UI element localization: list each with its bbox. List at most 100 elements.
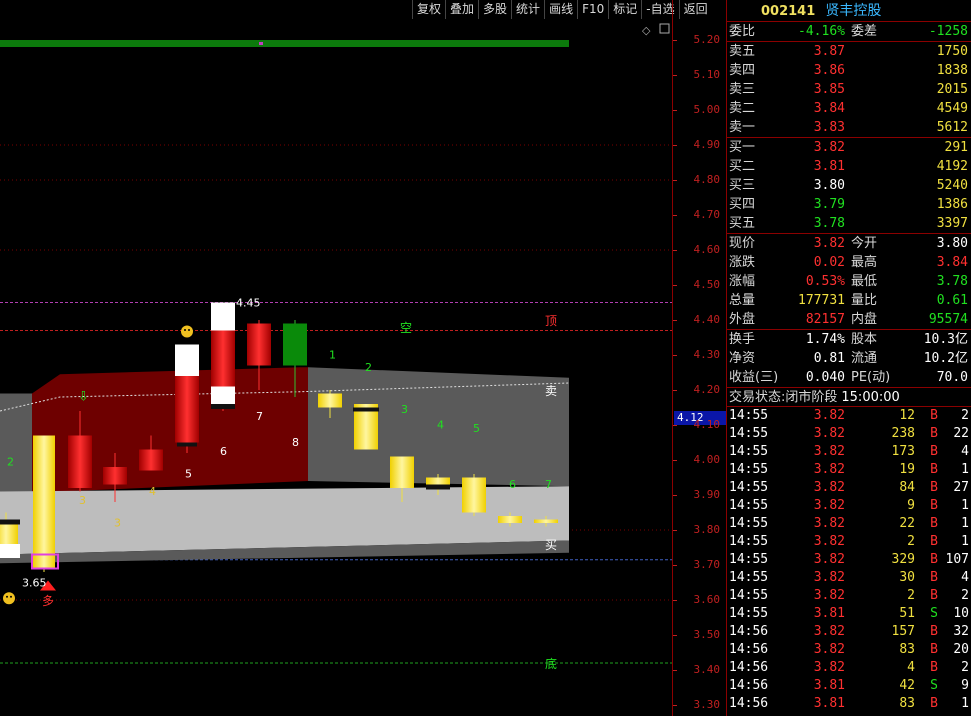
buy-row[interactable]: 买一 3.82 291 (727, 138, 971, 157)
tick-count: 10 (953, 606, 969, 621)
stat-label-2: 股本 (851, 332, 878, 347)
buy-row[interactable]: 买四 3.79 1386 (727, 195, 971, 214)
sell-row[interactable]: 卖三 3.85 2015 (727, 80, 971, 99)
high-price-label: 4.45 (236, 297, 261, 310)
candle-body (283, 323, 307, 366)
stats-block-2: 换手 1.74% 股本 10.3亿 净资 0.81 流通 10.2亿 收益(三) 0.040 PE(… (727, 329, 971, 387)
tick-list[interactable]: 14:55 3.82 12 B 2 14:55 3.82 238 B 22 14:55 3.82 173… (727, 407, 971, 713)
buy-label: 买二 (729, 159, 756, 174)
tick-row: 14:55 3.82 173 B 4 (727, 443, 971, 461)
stat-value: 0.02 (813, 255, 845, 270)
tick-volume: 12 (899, 408, 915, 423)
axis-tick-mark (673, 75, 677, 76)
toolbar: 复权 叠加 多股 统计 画线 F10 标记 -自选 返回 (412, 0, 712, 19)
tick-price: 3.82 (813, 534, 845, 549)
tick-bs-flag: B (930, 444, 938, 459)
tick-count: 32 (953, 624, 969, 639)
buy-row[interactable]: 买五 3.78 3397 (727, 214, 971, 233)
toolbar-button-5[interactable]: F10 (577, 0, 608, 19)
axis-tick-mark (673, 635, 677, 636)
candle-body (68, 435, 92, 488)
trade-status-label: 交易状态:闭市阶段 (729, 390, 838, 405)
tick-volume: 329 (891, 552, 915, 567)
trade-status-time: 15:00:00 (841, 390, 900, 405)
trade-status: 交易状态:闭市阶段 15:00:00 (727, 387, 971, 407)
toolbar-button-3[interactable]: 统计 (511, 0, 544, 19)
weicha-value: -1258 (928, 24, 968, 39)
stock-name[interactable]: 贤丰控股 (825, 3, 881, 19)
tick-count: 22 (953, 426, 969, 441)
buy-row[interactable]: 买三 3.80 5240 (727, 176, 971, 195)
top-bar-marker (259, 42, 263, 45)
candle-white-cap (175, 344, 199, 376)
tick-volume: 2 (907, 534, 915, 549)
candle-white-cap (0, 544, 20, 558)
candle-white-cap (211, 302, 235, 331)
toolbar-button-0[interactable]: 复权 (412, 0, 445, 19)
axis-price-label: 3.40 (693, 663, 721, 676)
buy-row[interactable]: 买二 3.81 4192 (727, 157, 971, 176)
count-label-green: 7 (545, 478, 552, 491)
kline-chart[interactable]: ◇ ⇩ 4.45 3.65 顶卖买底 空多 2 3 3 4 5 6 7 8 1 2 3 4 5 6 7 (0, 19, 672, 716)
stock-code: 002141 (761, 4, 816, 19)
buy-price: 3.81 (813, 159, 845, 174)
stat-label-2: 内盘 (851, 312, 878, 327)
sad-face-icon-eye (184, 329, 186, 331)
tick-row: 14:55 3.82 9 B 1 (727, 497, 971, 515)
bottom-signal-label: 底 (545, 656, 557, 671)
axis-price-label: 3.60 (693, 593, 721, 606)
tick-time: 14:55 (729, 444, 769, 459)
stats-row: 总量 177731 量比 0.61 (727, 291, 971, 310)
tick-row: 14:55 3.82 12 B 2 (727, 407, 971, 425)
stat-label-2: 量比 (851, 293, 878, 308)
kline-chart-svg[interactable]: ◇ ⇩ 4.45 3.65 顶卖买底 空多 2 3 3 4 5 6 7 8 1 2 3 4 5 6 7 (0, 19, 672, 716)
buy-label: 买三 (729, 178, 756, 193)
stat-value-2: 95574 (928, 312, 968, 327)
sell-label: 卖三 (729, 82, 756, 97)
toolbar-button-6[interactable]: 标记 (608, 0, 641, 19)
sell-row[interactable]: 卖四 3.86 1838 (727, 61, 971, 80)
tick-time: 14:55 (729, 498, 769, 513)
stat-label-2: 最高 (851, 255, 878, 270)
buy-label: 买四 (729, 197, 756, 212)
axis-tick-mark (673, 530, 677, 531)
candle-body (247, 323, 271, 366)
smile-face-icon-eye (10, 595, 12, 598)
tick-row: 14:56 3.82 83 B 20 (727, 641, 971, 659)
tick-bs-flag: B (930, 696, 938, 711)
sell-row[interactable]: 卖二 3.84 4549 (727, 99, 971, 118)
stat-value-2: 70.0 (936, 370, 968, 385)
smile-face-icon-eye (6, 595, 8, 598)
count-label: 6 (220, 445, 227, 458)
candle-body (139, 449, 163, 471)
candle-black-band (177, 442, 197, 447)
sell-row[interactable]: 卖一 3.83 5612 (727, 118, 971, 137)
stat-value: 0.040 (805, 370, 845, 385)
stat-value-2: 0.61 (936, 293, 968, 308)
stats-row: 涨跌 0.02 最高 3.84 (727, 253, 971, 272)
toolbar-button-1[interactable]: 叠加 (445, 0, 478, 19)
tick-row: 14:55 3.82 30 B 4 (727, 569, 971, 587)
count-label: 5 (185, 468, 192, 481)
candle-body (318, 393, 342, 408)
tick-count: 1 (961, 696, 969, 711)
axis-tick-mark (673, 565, 677, 566)
weicha-label: 委差 (851, 24, 878, 39)
tick-price: 3.81 (813, 606, 845, 621)
smile-face-icon (3, 592, 15, 605)
tick-row: 14:56 3.82 4 B 2 (727, 659, 971, 677)
axis-price-label: 4.30 (693, 348, 721, 361)
sell-row[interactable]: 卖五 3.87 1750 (727, 42, 971, 61)
sell-signal-label: 卖 (545, 384, 557, 398)
weibi-row: 委比 -4.16% 委差 -1258 (727, 22, 971, 41)
axis-price-label: 4.70 (693, 208, 721, 221)
toolbar-button-4[interactable]: 画线 (544, 0, 577, 19)
toolbar-button-2[interactable]: 多股 (478, 0, 511, 19)
stats2-row: 净资 0.81 流通 10.2亿 (727, 349, 971, 368)
tick-price: 3.82 (813, 462, 845, 477)
axis-tick-mark (673, 425, 677, 426)
buy-price: 3.80 (813, 178, 845, 193)
tick-volume: 4 (907, 660, 915, 675)
axis-tick-mark (673, 285, 677, 286)
buy-label: 买一 (729, 140, 756, 155)
